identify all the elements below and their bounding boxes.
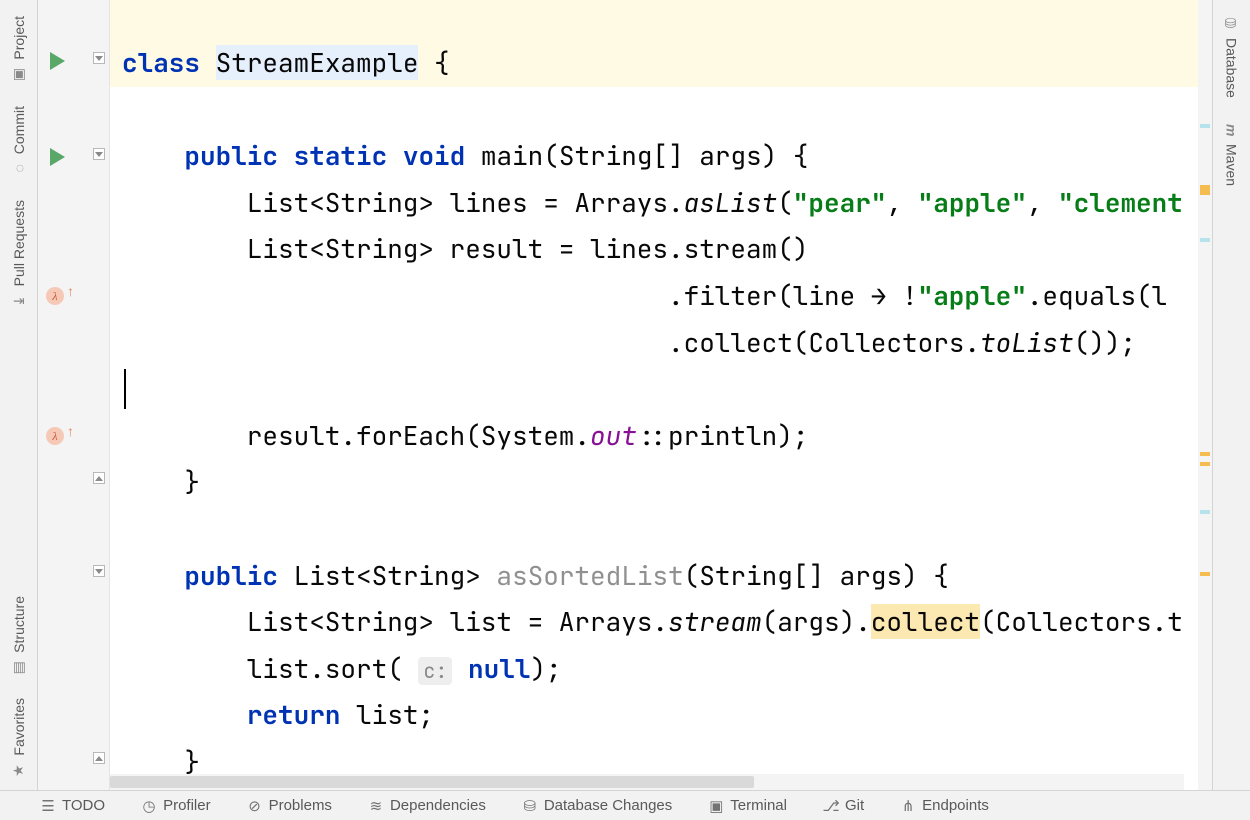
terminal-icon: ▣ bbox=[708, 798, 724, 814]
code-line[interactable]: list.sort( c: null); bbox=[110, 646, 1198, 693]
maven-tool-tab[interactable]: m Maven bbox=[1220, 110, 1244, 198]
favorites-tab-label: Favorites bbox=[11, 698, 27, 756]
code-line[interactable]: .collect(Collectors.toList()); bbox=[110, 320, 1198, 367]
code-line[interactable]: List<String> lines = Arrays.asList("pear… bbox=[110, 180, 1198, 227]
code-editor-area[interactable]: 💡 ▲ 5 ︿ ﹀ class StreamExample { public s… bbox=[110, 0, 1198, 790]
pull-tab-label: Pull Requests bbox=[11, 200, 27, 286]
git-tool-button[interactable]: ⎇ Git bbox=[823, 797, 864, 814]
problems-label: Problems bbox=[269, 797, 332, 814]
fold-toggle[interactable] bbox=[93, 472, 107, 486]
database-tool-tab[interactable]: ⛁ Database bbox=[1220, 4, 1244, 110]
stripe-marker[interactable] bbox=[1200, 510, 1210, 514]
star-icon: ★ bbox=[11, 762, 27, 778]
left-tool-sidebar: ▣ Project ◌ Commit ⇥ Pull Requests ▤ Str… bbox=[0, 0, 38, 790]
endpoints-label: Endpoints bbox=[922, 797, 989, 814]
lambda-gutter-icon[interactable]: λ bbox=[44, 425, 66, 447]
run-class-gutter-icon[interactable] bbox=[46, 50, 68, 72]
maven-tab-label: Maven bbox=[1224, 144, 1240, 186]
maven-icon: m bbox=[1224, 122, 1240, 138]
horizontal-scrollbar[interactable] bbox=[110, 774, 1184, 790]
problems-icon: ⊘ bbox=[247, 798, 263, 814]
project-tool-tab[interactable]: ▣ Project bbox=[7, 4, 31, 94]
folder-icon: ▣ bbox=[11, 66, 27, 82]
structure-icon: ▤ bbox=[11, 658, 27, 674]
profiler-icon: ◷ bbox=[141, 798, 157, 814]
structure-tool-tab[interactable]: ▤ Structure bbox=[7, 584, 31, 687]
git-branch-icon: ⎇ bbox=[823, 798, 839, 814]
code-line[interactable] bbox=[110, 506, 1198, 553]
layers-icon: ≋ bbox=[368, 798, 384, 814]
code-line[interactable] bbox=[110, 87, 1198, 134]
code-line[interactable]: public List<String> asSortedList(String[… bbox=[110, 553, 1198, 600]
stripe-marker[interactable] bbox=[1200, 452, 1210, 456]
database-icon: ⛁ bbox=[522, 798, 538, 814]
parameter-hint: c: bbox=[418, 657, 452, 685]
code-line[interactable] bbox=[110, 366, 1198, 413]
right-tool-sidebar: ⛁ Database m Maven bbox=[1212, 0, 1250, 790]
code-line[interactable]: List<String> result = lines.stream() bbox=[110, 226, 1198, 273]
stripe-marker[interactable] bbox=[1200, 185, 1210, 195]
lambda-gutter-icon[interactable]: λ bbox=[44, 285, 66, 307]
stripe-marker[interactable] bbox=[1200, 238, 1210, 242]
profiler-tool-button[interactable]: ◷ Profiler bbox=[141, 797, 211, 814]
endpoints-icon: ⋔ bbox=[900, 798, 916, 814]
project-tab-label: Project bbox=[11, 16, 27, 60]
commit-tab-label: Commit bbox=[11, 106, 27, 154]
terminal-tool-button[interactable]: ▣ Terminal bbox=[708, 797, 787, 814]
fold-toggle[interactable] bbox=[93, 52, 107, 66]
problems-tool-button[interactable]: ⊘ Problems bbox=[247, 797, 332, 814]
dependencies-tool-button[interactable]: ≋ Dependencies bbox=[368, 797, 486, 814]
bottom-tool-bar: ☰TODO ◷Profiler ⊘Problems ≋Dependencies … bbox=[0, 790, 1250, 820]
todo-tool-button[interactable]: ☰ TODO bbox=[40, 797, 105, 814]
code-line[interactable]: } bbox=[110, 459, 1198, 506]
fold-toggle[interactable] bbox=[93, 752, 107, 766]
error-stripe[interactable] bbox=[1198, 0, 1212, 790]
profiler-label: Profiler bbox=[163, 797, 211, 814]
code-line[interactable]: public static void main(String[] args) { bbox=[110, 133, 1198, 180]
stripe-marker[interactable] bbox=[1200, 572, 1210, 576]
stripe-marker[interactable] bbox=[1200, 462, 1210, 466]
code-line[interactable]: .filter(line → !"apple".equals(l bbox=[110, 273, 1198, 320]
favorites-tool-tab[interactable]: ★ Favorites bbox=[7, 686, 31, 790]
dbchanges-label: Database Changes bbox=[544, 797, 672, 814]
terminal-label: Terminal bbox=[730, 797, 787, 814]
commit-tool-tab[interactable]: ◌ Commit bbox=[7, 94, 31, 188]
code-line[interactable]: List<String> list = Arrays.stream(args).… bbox=[110, 599, 1198, 646]
pull-requests-tool-tab[interactable]: ⇥ Pull Requests bbox=[7, 188, 31, 320]
todo-label: TODO bbox=[62, 797, 105, 814]
run-main-gutter-icon[interactable] bbox=[46, 146, 68, 168]
code-line[interactable]: return list; bbox=[110, 692, 1198, 739]
database-icon: ⛁ bbox=[1224, 16, 1240, 32]
deps-label: Dependencies bbox=[390, 797, 486, 814]
code-line[interactable]: result.forEach(System.out::println); bbox=[110, 413, 1198, 460]
structure-tab-label: Structure bbox=[11, 596, 27, 653]
editor: λ λ 💡 ▲ 5 ︿ ﹀ class StreamExample { publ… bbox=[38, 0, 1212, 790]
database-changes-tool-button[interactable]: ⛁ Database Changes bbox=[522, 797, 672, 814]
git-label: Git bbox=[845, 797, 864, 814]
endpoints-tool-button[interactable]: ⋔ Endpoints bbox=[900, 797, 989, 814]
list-icon: ☰ bbox=[40, 798, 56, 814]
code-line[interactable]: class StreamExample { bbox=[110, 0, 1198, 87]
database-tab-label: Database bbox=[1224, 38, 1240, 98]
commit-icon: ◌ bbox=[11, 160, 27, 176]
editor-gutter: λ λ bbox=[38, 0, 110, 790]
pull-request-icon: ⇥ bbox=[11, 292, 27, 308]
stripe-marker[interactable] bbox=[1200, 124, 1210, 128]
fold-toggle[interactable] bbox=[93, 148, 107, 162]
fold-toggle[interactable] bbox=[93, 565, 107, 579]
